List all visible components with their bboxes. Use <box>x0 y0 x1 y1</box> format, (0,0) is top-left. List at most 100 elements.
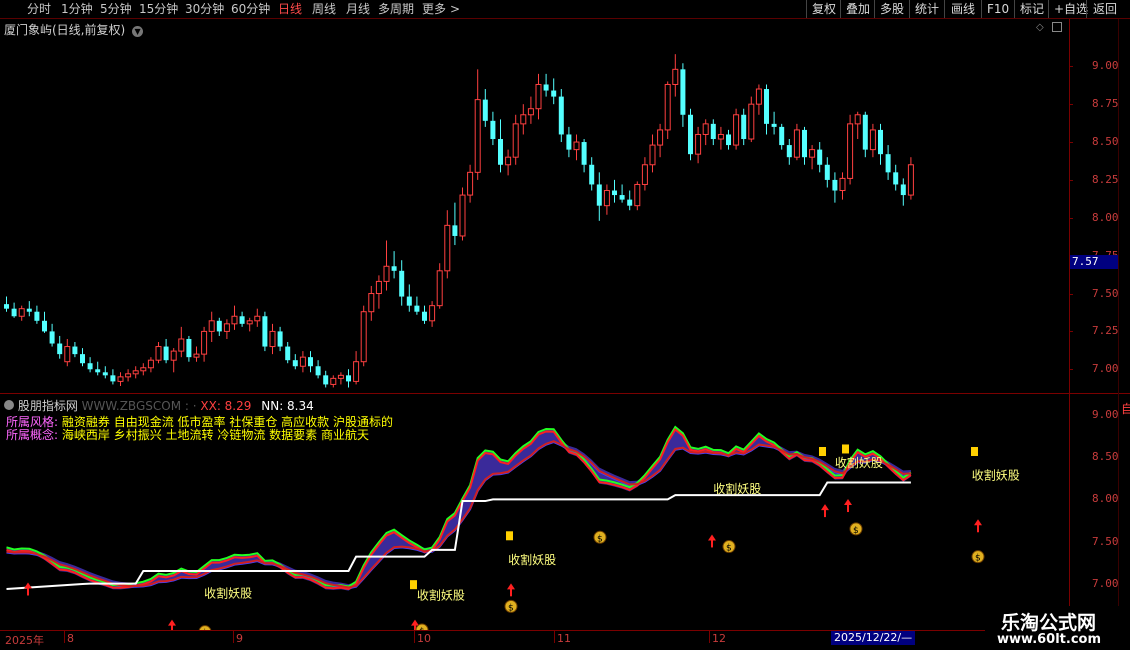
tab-period-0[interactable]: 分时 <box>27 1 51 17</box>
maximize-icon[interactable] <box>1052 22 1062 32</box>
yellow-marker <box>410 580 417 590</box>
candle <box>657 123 664 158</box>
candle <box>444 210 451 279</box>
candle <box>231 305 238 330</box>
money-bag-icon: $ <box>849 522 863 536</box>
candle <box>649 134 656 173</box>
arrow-up-icon <box>168 619 176 630</box>
tab-period-10[interactable]: 更多 <box>422 1 446 17</box>
candle <box>733 108 740 150</box>
candle <box>893 164 899 191</box>
toolbar-button-2[interactable]: 多股 <box>874 0 909 18</box>
candle <box>110 369 116 385</box>
candle <box>375 275 382 309</box>
toolbar-button-1[interactable]: 叠加 <box>840 0 874 18</box>
toolbar-button-3[interactable]: 统计 <box>909 0 944 18</box>
candle <box>4 296 9 312</box>
candle <box>726 129 731 150</box>
signal-label: 收割妖股 <box>972 468 1020 483</box>
money-bag-icon: $ <box>198 625 212 630</box>
yellow-marker <box>506 531 513 541</box>
candle <box>900 178 906 206</box>
candle <box>862 111 868 158</box>
candle <box>18 305 25 321</box>
indicator-tick-label: 7.00 <box>1092 576 1119 590</box>
signal-label: 收割妖股 <box>417 587 465 602</box>
toolbar-button-6[interactable]: 标记 <box>1014 0 1048 18</box>
yellow-marker <box>971 447 978 456</box>
candle <box>680 63 686 127</box>
toolbar-button-4[interactable]: 画线 <box>944 0 981 18</box>
candle <box>809 145 816 170</box>
cursor-date: 2025/12/22/— <box>831 631 916 645</box>
svg-text:$: $ <box>975 554 981 564</box>
watermark-url: www.60lt.com <box>997 632 1102 647</box>
candle <box>839 172 846 200</box>
candle <box>87 357 93 373</box>
toolbar-button-8[interactable]: 返回 <box>1086 0 1123 18</box>
yellow-marker <box>842 444 849 454</box>
indicator-tick-label: 8.00 <box>1092 492 1119 506</box>
candle <box>793 123 800 161</box>
candle <box>459 187 466 241</box>
diamond-icon[interactable]: ◇ <box>1036 22 1044 33</box>
candle <box>832 172 838 203</box>
money-bag-icon: $ <box>971 550 985 564</box>
tab-period-3[interactable]: 15分钟 <box>139 1 178 17</box>
candle <box>170 348 177 373</box>
tab-period-6[interactable]: 日线 <box>278 1 302 17</box>
candle <box>869 123 876 158</box>
candle <box>178 326 185 358</box>
candle <box>741 108 747 146</box>
candle <box>147 357 154 373</box>
candle <box>399 260 405 306</box>
date-tick <box>64 631 65 643</box>
arrow-up-icon <box>24 582 32 596</box>
candle <box>102 366 108 379</box>
candlestick-chart <box>4 54 914 388</box>
svg-text:$: $ <box>853 526 859 536</box>
toolbar-button-7[interactable]: +自选 <box>1048 0 1088 18</box>
signal-label: 收割妖股 <box>508 552 556 567</box>
candle <box>72 342 78 358</box>
candle <box>285 342 291 364</box>
tab-period-9[interactable]: 多周期 <box>378 1 414 17</box>
candle <box>436 263 443 309</box>
toolbar-button-5[interactable]: F10 <box>981 0 1014 18</box>
axis-tick <box>1069 331 1073 333</box>
candle <box>612 179 617 203</box>
candle <box>907 157 914 200</box>
candle <box>163 338 169 364</box>
toolbar-button-0[interactable]: 复权 <box>806 0 840 18</box>
arrow-up-icon <box>507 583 515 597</box>
candle <box>299 351 306 373</box>
tab-period-2[interactable]: 5分钟 <box>100 1 132 17</box>
date-label: 2025年 <box>5 634 44 647</box>
watermark: 乐淘公式网 www.60lt.com <box>985 606 1130 650</box>
tab-period-8[interactable]: 月线 <box>346 1 370 17</box>
candle <box>619 184 625 203</box>
tab-period-4[interactable]: 30分钟 <box>185 1 224 17</box>
svg-text:$: $ <box>508 603 514 613</box>
candle <box>337 372 344 385</box>
support-line <box>6 481 911 591</box>
candle <box>748 96 755 143</box>
candle <box>482 89 488 127</box>
candle <box>117 372 124 386</box>
candle <box>277 326 283 352</box>
candle <box>201 326 208 362</box>
tab-period-1[interactable]: 1分钟 <box>61 1 93 17</box>
candle <box>49 323 55 347</box>
date-label: 12 <box>712 632 726 645</box>
tab-period-5[interactable]: 60分钟 <box>231 1 270 17</box>
chevron-right-icon[interactable]: > <box>450 1 460 17</box>
candle <box>208 311 215 343</box>
yellow-marker <box>819 447 826 456</box>
tab-period-7[interactable]: 周线 <box>312 1 336 17</box>
candle <box>688 108 693 161</box>
candle <box>330 375 337 388</box>
date-tick <box>554 631 555 643</box>
candle <box>132 366 139 379</box>
candle <box>566 126 572 158</box>
red-line <box>6 428 912 591</box>
